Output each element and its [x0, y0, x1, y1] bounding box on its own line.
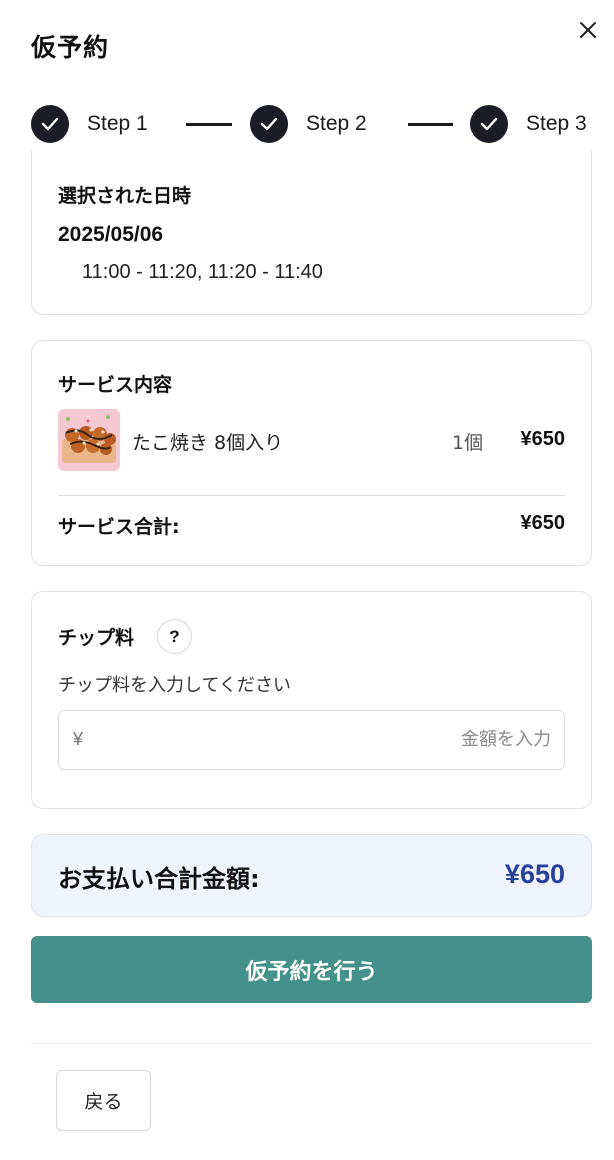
selected-date: 2025/05/06 — [58, 223, 164, 246]
back-button[interactable]: 戻る — [56, 1070, 151, 1131]
step-3-check — [470, 105, 508, 143]
modal-title: 仮予約 — [31, 33, 110, 62]
service-total-label: サービス合計: — [58, 516, 180, 538]
step-1-check — [31, 105, 69, 143]
tip-input-wrapper: ¥ — [58, 710, 565, 770]
service-section-title: サービス内容 — [58, 374, 173, 396]
service-card: サービス内容 たこ焼き 8個入り 1個 ¥650 サービス合計: ¥650 — [31, 340, 592, 566]
step-connector — [408, 123, 453, 126]
check-icon — [480, 117, 498, 131]
service-item-name: たこ焼き 8個入り — [132, 432, 284, 454]
close-icon — [580, 22, 596, 38]
step-2-check — [250, 105, 288, 143]
tip-hint: チップ料を入力してください — [58, 675, 291, 696]
tip-section-title: チップ料 — [58, 627, 135, 649]
question-icon: ? — [169, 626, 180, 646]
check-icon — [260, 117, 278, 131]
service-item-price: ¥650 — [520, 428, 566, 450]
step-3: Step 3 — [470, 104, 587, 144]
tip-card: チップ料 ? チップ料を入力してください ¥ — [31, 591, 592, 809]
payment-total-label: お支払い合計金額: — [58, 865, 260, 893]
service-item-qty: 1個 — [452, 432, 484, 454]
tip-amount-input[interactable] — [99, 711, 551, 768]
close-button[interactable] — [574, 16, 602, 44]
submit-reservation-button[interactable]: 仮予約を行う — [31, 936, 592, 1003]
takoyaki-image — [58, 409, 120, 471]
check-icon — [41, 117, 59, 131]
divider — [58, 495, 565, 496]
step-2: Step 2 — [250, 104, 367, 144]
step-1: Step 1 — [31, 104, 148, 144]
selected-datetime-card: 選択された日時 2025/05/06 11:00 - 11:20, 11:20 … — [31, 150, 592, 315]
tip-help-button[interactable]: ? — [157, 619, 192, 654]
stepper: Step 1 Step 2 Step 3 — [31, 104, 601, 144]
service-item-thumbnail — [58, 409, 120, 471]
payment-total-card: お支払い合計金額: ¥650 — [31, 834, 592, 917]
step-3-label: Step 3 — [526, 112, 587, 135]
footer-divider — [31, 1043, 592, 1044]
step-connector — [186, 123, 232, 126]
currency-prefix: ¥ — [73, 729, 84, 749]
datetime-section-title: 選択された日時 — [58, 185, 192, 207]
step-1-label: Step 1 — [87, 112, 148, 135]
service-total-value: ¥650 — [520, 512, 566, 534]
step-2-label: Step 2 — [306, 112, 367, 135]
selected-times: 11:00 - 11:20, 11:20 - 11:40 — [82, 261, 323, 283]
payment-total-value: ¥650 — [504, 859, 565, 889]
